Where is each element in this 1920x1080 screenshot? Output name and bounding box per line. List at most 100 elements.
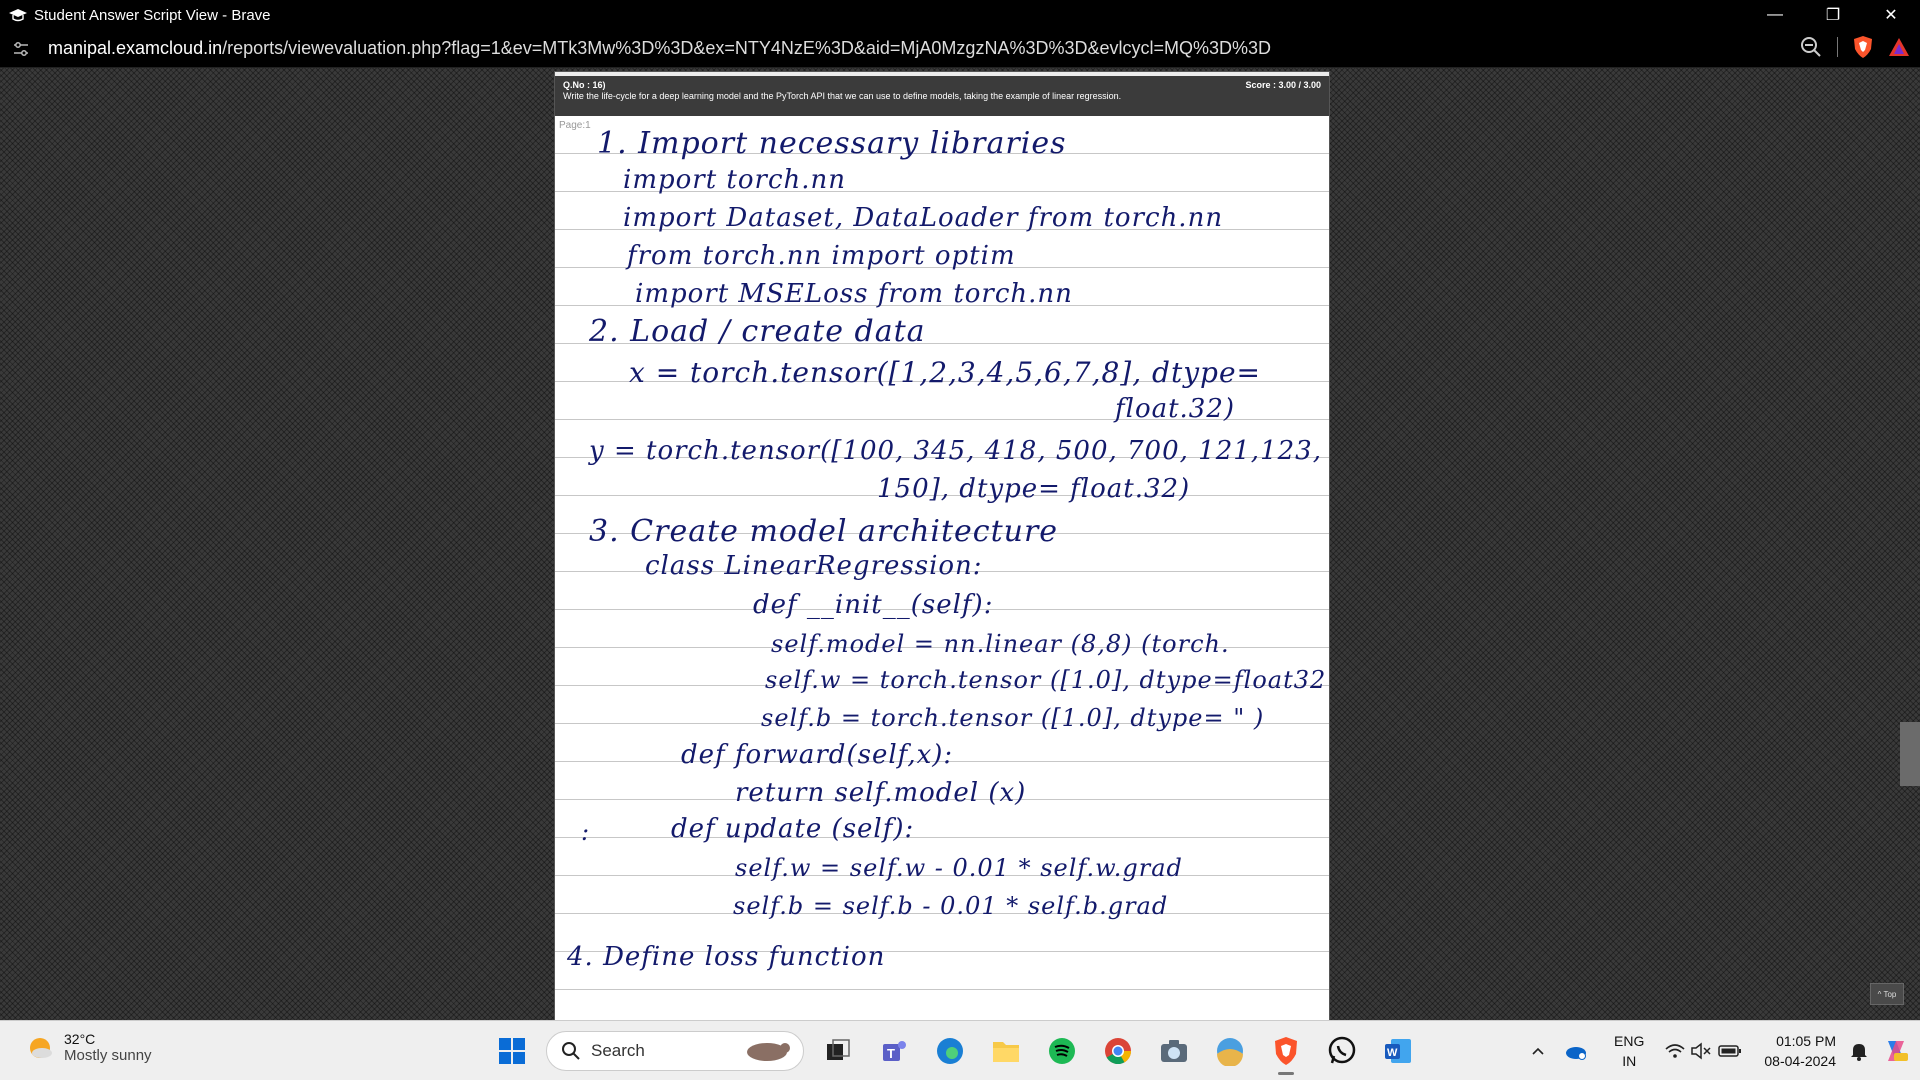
file-explorer-app[interactable] [984, 1029, 1028, 1073]
battery-icon[interactable] [1718, 1044, 1742, 1058]
url-field[interactable]: manipal.examcloud.in/reports/viewevaluat… [48, 38, 1271, 59]
answer-line: def update (self): [671, 814, 915, 844]
window-title: Student Answer Script View - Brave [34, 6, 271, 24]
task-view-button[interactable] [816, 1029, 860, 1073]
answer-line: float.32) [1115, 394, 1236, 424]
task-view-icon [827, 1039, 850, 1060]
copilot-icon[interactable] [1882, 1037, 1910, 1065]
answer-line: import Dataset, DataLoader from torch.nn [623, 203, 1224, 233]
brave-shields-icon[interactable] [1852, 35, 1874, 59]
brave-icon [1275, 1037, 1297, 1065]
svg-text:T: T [887, 1046, 895, 1061]
answer-line: self.b = self.b - 0.01 * self.b.grad [733, 892, 1169, 920]
url-host: manipal.examcloud.in [48, 38, 223, 58]
word-icon: W [1385, 1039, 1411, 1063]
address-bar-actions [1799, 35, 1910, 59]
edge-app[interactable] [928, 1029, 972, 1073]
answer-line: self.model = nn.linear (8,8) (torch. [771, 630, 1230, 658]
word-app[interactable]: W [1376, 1029, 1420, 1073]
chrome-icon [1105, 1038, 1132, 1065]
folder-icon [993, 1042, 1019, 1062]
question-text: Write the life-cycle for a deep learning… [563, 91, 1122, 101]
answer-line: y = torch.tensor([100, 345, 418, 500, 70… [589, 436, 1322, 466]
chevron-up-icon[interactable] [1530, 1043, 1546, 1059]
language-indicator[interactable]: ENG IN [1614, 1031, 1644, 1071]
answer-line: return self.model (x) [735, 778, 1027, 808]
answer-line: def __init__(self): [753, 590, 994, 620]
toolbar-separator [1837, 37, 1838, 57]
answer-line: self.w = self.w - 0.01 * self.w.grad [735, 854, 1183, 882]
whatsapp-icon [1328, 1036, 1356, 1064]
windows-icon [499, 1038, 525, 1064]
taskbar-apps: Search T W [490, 1029, 1420, 1075]
close-button[interactable]: ✕ [1862, 0, 1920, 30]
answer-line: 1. Import necessary libraries [597, 126, 1067, 161]
score-label: Score : 3.00 / 3.00 [1245, 80, 1321, 90]
clock-date: 08-04-2024 [1764, 1053, 1836, 1069]
question-header: Q.No : 16) Write the life-cycle for a de… [555, 72, 1329, 116]
answer-line: self.w = torch.tensor ([1.0], dtype=floa… [765, 666, 1327, 694]
start-button[interactable] [490, 1029, 534, 1073]
weather-condition: Mostly sunny [64, 1047, 152, 1064]
answer-script-panel: Q.No : 16) Write the life-cycle for a de… [554, 71, 1330, 1020]
wifi-icon[interactable] [1664, 1042, 1686, 1060]
onedrive-icon[interactable] [1564, 1042, 1588, 1060]
answer-line: : [581, 818, 591, 846]
answer-line: class LinearRegression: [645, 551, 983, 581]
clock-time: 01:05 PM [1776, 1033, 1836, 1049]
system-clock[interactable]: 01:05 PM 08-04-2024 [1764, 1031, 1836, 1071]
spotify-icon [1049, 1038, 1075, 1064]
search-icon [562, 1042, 580, 1060]
whatsapp-app[interactable] [1320, 1029, 1364, 1073]
svg-text:W: W [1387, 1047, 1398, 1059]
spotify-app[interactable] [1040, 1029, 1084, 1073]
photos-app[interactable] [1208, 1029, 1252, 1073]
zoom-icon[interactable] [1799, 35, 1823, 59]
answer-line: 2. Load / create data [589, 314, 926, 349]
brave-app[interactable] [1264, 1029, 1308, 1075]
brave-rewards-icon[interactable] [1888, 36, 1910, 58]
taskbar-search[interactable]: Search [546, 1031, 804, 1071]
minimize-button[interactable]: — [1746, 0, 1804, 30]
address-bar: manipal.examcloud.in/reports/viewevaluat… [0, 30, 1920, 68]
back-to-top-button[interactable]: ^ Top [1870, 983, 1904, 1005]
edge-icon [937, 1038, 963, 1064]
language-code: ENG [1614, 1033, 1645, 1049]
weather-temperature: 32°C [64, 1031, 96, 1047]
answer-line: from torch.nn import optim [627, 241, 1016, 271]
restore-button[interactable]: ❐ [1804, 0, 1862, 30]
page-content: Q.No : 16) Write the life-cycle for a de… [0, 68, 1920, 1020]
region-code: IN [1622, 1053, 1637, 1069]
question-number: Q.No : 16) [563, 80, 606, 90]
graduation-cap-icon [9, 9, 27, 22]
answer-line: 3. Create model architecture [589, 514, 1059, 549]
answer-sheet: Page:1 1. Import necessary libraries imp… [555, 116, 1329, 1020]
answer-line: import torch.nn [623, 165, 846, 195]
teams-app[interactable]: T [872, 1029, 916, 1073]
search-placeholder: Search [591, 1041, 645, 1060]
speaker-muted-icon[interactable] [1690, 1042, 1712, 1060]
url-path: /reports/viewevaluation.php?flag=1&ev=MT… [222, 38, 1272, 58]
answer-line: def forward(self,x): [681, 740, 954, 770]
title-bar: Student Answer Script View - Brave — ❐ ✕ [0, 0, 1920, 30]
weather-widget[interactable]: 32°C Mostly sunny [26, 1031, 152, 1064]
camera-icon [1161, 1040, 1187, 1062]
search-highlight-icon [747, 1043, 790, 1061]
answer-line: self.b = torch.tensor ([1.0], dtype= " ) [761, 704, 1265, 732]
answer-line: 150], dtype= float.32) [877, 474, 1191, 504]
sun-cloud-icon [30, 1037, 52, 1058]
site-settings-icon[interactable] [12, 40, 30, 58]
notification-bell-icon[interactable] [1850, 1041, 1868, 1061]
answer-line: import MSELoss from torch.nn [635, 279, 1073, 309]
taskbar: 32°C Mostly sunny Search T W ENG IN 01:0… [0, 1020, 1920, 1080]
answer-line: x = torch.tensor([1,2,3,4,5,6,7,8], dtyp… [629, 356, 1261, 389]
scrollbar-thumb[interactable] [1900, 722, 1920, 786]
system-tray: ENG IN 01:05 PM 08-04-2024 [1530, 1021, 1920, 1080]
window-controls: — ❐ ✕ [1746, 0, 1920, 30]
answer-line: 4. Define loss function [567, 942, 886, 972]
chrome-app[interactable] [1096, 1029, 1140, 1073]
photos-icon [1217, 1038, 1243, 1066]
teams-icon: T [883, 1041, 906, 1061]
camera-app[interactable] [1152, 1029, 1196, 1073]
handwritten-answer: 1. Import necessary libraries import tor… [555, 116, 1329, 1020]
